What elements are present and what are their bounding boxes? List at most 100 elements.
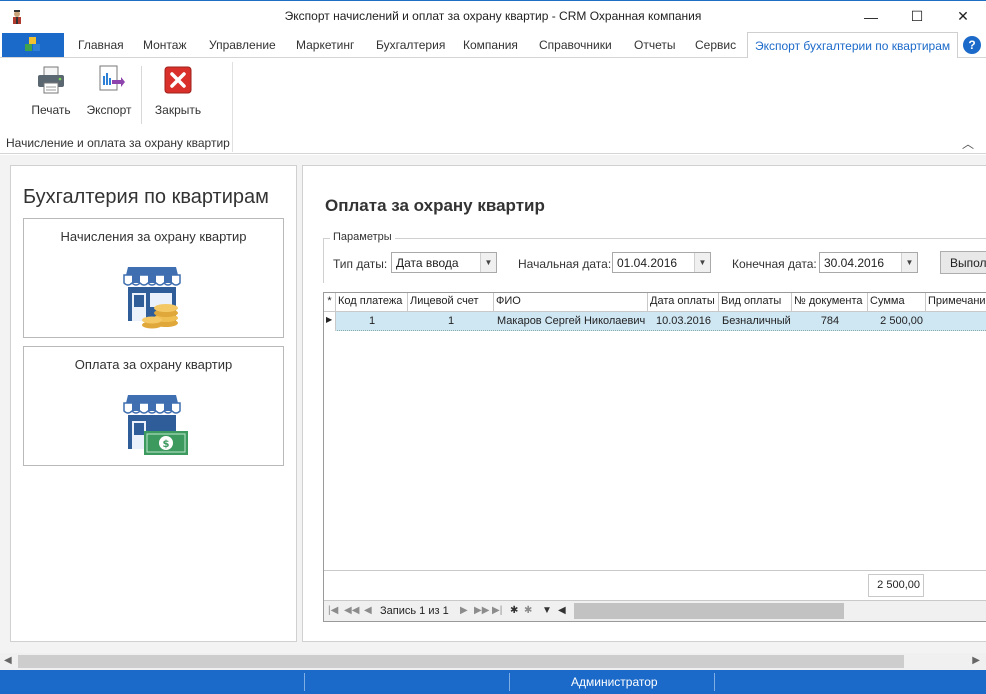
close-button[interactable]: Закрыть	[152, 64, 204, 117]
tab-reports[interactable]: Отчеты	[634, 38, 675, 52]
title-bar: Экспорт начислений и оплат за охрану ква…	[0, 0, 986, 32]
table-row[interactable]: ▶ 1 1 Макаров Сергей Николаевич 10.03.20…	[324, 312, 986, 331]
grid-horizontal-scrollbar[interactable]	[574, 603, 844, 619]
ribbon-tabs: Главная Монтаж Управление Маркетинг Бухг…	[0, 32, 986, 59]
column-header[interactable]: Дата оплаты	[648, 293, 719, 312]
tab-company[interactable]: Компания	[463, 38, 518, 52]
workspace-horizontal-scrollbar[interactable]: ◀ ▶	[0, 653, 986, 670]
parameters-legend: Параметры	[330, 231, 395, 243]
tile-payments[interactable]: Оплата за охрану квартир $	[23, 346, 284, 466]
export-button[interactable]: Экспорт	[84, 64, 134, 117]
close-window-button[interactable]: ✕	[940, 1, 986, 32]
workspace: Бухгалтерия по квартирам Начисления за о…	[0, 155, 986, 653]
app-menu-button[interactable]	[2, 33, 64, 57]
tab-management[interactable]: Управление	[209, 38, 276, 52]
print-button-label: Печать	[31, 103, 71, 117]
parameters-group: Параметры Тип даты: Дата ввода ▼ Начальн…	[323, 231, 986, 283]
tile-accruals[interactable]: Начисления за охрану квартир	[23, 218, 284, 338]
export-button-label: Экспорт	[86, 103, 132, 117]
table-cell[interactable]	[926, 312, 986, 331]
last-page-icon[interactable]: ▶|	[492, 605, 502, 616]
table-cell[interactable]: 784	[792, 312, 868, 331]
table-cell[interactable]: 1	[336, 312, 408, 331]
column-header[interactable]: № документа	[792, 293, 868, 312]
status-separator	[304, 673, 305, 691]
tab-service[interactable]: Сервис	[695, 38, 736, 52]
shop-cash-icon: $	[123, 395, 188, 455]
grid-footer: 2 500,00	[324, 570, 986, 600]
main-panel: Оплата за охрану квартир Параметры Тип д…	[302, 165, 986, 642]
print-button[interactable]: Печать	[28, 64, 74, 117]
status-separator	[714, 673, 715, 691]
column-header[interactable]: Вид оплаты	[719, 293, 792, 312]
tab-home[interactable]: Главная	[78, 38, 124, 52]
start-date-label: Начальная дата:	[518, 257, 612, 271]
column-header[interactable]: Сумма	[868, 293, 926, 312]
chevron-down-icon[interactable]: ▼	[901, 253, 917, 272]
record-counter: Запись 1 из 1	[380, 605, 449, 617]
table-cell[interactable]: Макаров Сергей Николаевич	[494, 312, 648, 331]
new-row-icon: *	[324, 293, 336, 312]
filter-icon[interactable]: ▼	[542, 605, 552, 616]
end-date-field[interactable]: 30.04.2016 ▼	[819, 252, 918, 273]
start-date-field[interactable]: 01.04.2016 ▼	[612, 252, 711, 273]
minimize-button[interactable]: —	[848, 1, 894, 32]
chevron-down-icon[interactable]: ▼	[480, 253, 496, 272]
main-panel-title: Оплата за охрану квартир	[325, 196, 545, 215]
close-red-icon	[164, 66, 192, 94]
scrollbar-thumb[interactable]	[18, 655, 904, 668]
date-type-value: Дата ввода	[396, 256, 459, 270]
current-user: Администратор	[571, 675, 658, 689]
table-cell[interactable]: 1	[408, 312, 494, 331]
scroll-right-icon[interactable]: ▶	[972, 655, 980, 666]
svg-text:$: $	[163, 439, 170, 450]
app-menu-icon	[25, 37, 40, 51]
column-header[interactable]: Примечание	[926, 293, 986, 312]
tab-export-accounting[interactable]: Экспорт бухгалтерии по квартирам	[747, 32, 959, 59]
help-icon[interactable]: ?	[963, 36, 981, 54]
window-title: Экспорт начислений и оплат за охрану ква…	[284, 9, 702, 23]
collapse-ribbon-icon[interactable]: ︿	[962, 135, 974, 152]
tab-installation[interactable]: Монтаж	[143, 38, 187, 52]
tile-payments-label: Оплата за охрану квартир	[74, 357, 233, 372]
ribbon-group-separator	[232, 62, 233, 152]
first-page-icon[interactable]: |◀	[328, 605, 338, 616]
column-header[interactable]: Код платежа	[336, 293, 408, 312]
left-panel: Бухгалтерия по квартирам Начисления за о…	[10, 165, 297, 642]
export-icon	[99, 65, 125, 91]
status-separator	[509, 673, 510, 691]
date-type-label: Тип даты:	[333, 257, 388, 271]
ribbon-panel: Печать Экспорт Закрыть Начисление и опла…	[0, 58, 986, 154]
column-header[interactable]: Лицевой счет	[408, 293, 494, 312]
tab-marketing[interactable]: Маркетинг	[296, 38, 354, 52]
status-bar: Администратор	[0, 670, 986, 694]
prev-record-icon[interactable]: ◀	[364, 605, 372, 616]
ribbon-separator	[141, 66, 142, 124]
chevron-down-icon[interactable]: ▼	[694, 253, 710, 272]
next-page-icon[interactable]: ▶▶	[474, 605, 489, 616]
column-header[interactable]: ФИО	[494, 293, 648, 312]
left-panel-title: Бухгалтерия по квартирам	[23, 186, 269, 208]
shop-coins-icon	[123, 267, 181, 329]
maximize-button[interactable]: ☐	[894, 1, 940, 32]
prev-page-icon[interactable]: ◀◀	[344, 605, 359, 616]
end-date-value: 30.04.2016	[824, 256, 885, 270]
end-date-label: Конечная дата:	[732, 257, 817, 271]
run-button[interactable]: Выполнить	[940, 251, 986, 274]
delete-icon[interactable]: ✱	[524, 605, 532, 616]
next-record-icon[interactable]: ▶	[460, 605, 468, 616]
printer-icon	[38, 66, 64, 94]
tab-references[interactable]: Справочники	[539, 38, 612, 52]
date-type-select[interactable]: Дата ввода ▼	[391, 252, 497, 273]
table-cell[interactable]: 10.03.2016	[648, 312, 719, 331]
table-cell[interactable]: Безналичный	[719, 312, 792, 331]
table-cell[interactable]: 2 500,00	[868, 312, 926, 331]
row-indicator-icon: ▶	[324, 312, 336, 331]
close-button-label: Закрыть	[154, 103, 202, 117]
tab-accounting[interactable]: Бухгалтерия	[376, 38, 445, 52]
payments-grid[interactable]: * Код платежа Лицевой счет ФИО Дата опла…	[323, 292, 986, 622]
scroll-left-icon[interactable]: ◀	[558, 605, 566, 616]
scroll-left-icon[interactable]: ◀	[4, 655, 12, 666]
append-icon[interactable]: ✱	[510, 605, 518, 616]
grid-navigator: |◀ ◀◀ ◀ Запись 1 из 1 ▶ ▶▶ ▶| ✱ ✱ ▼ ◀	[324, 600, 986, 621]
